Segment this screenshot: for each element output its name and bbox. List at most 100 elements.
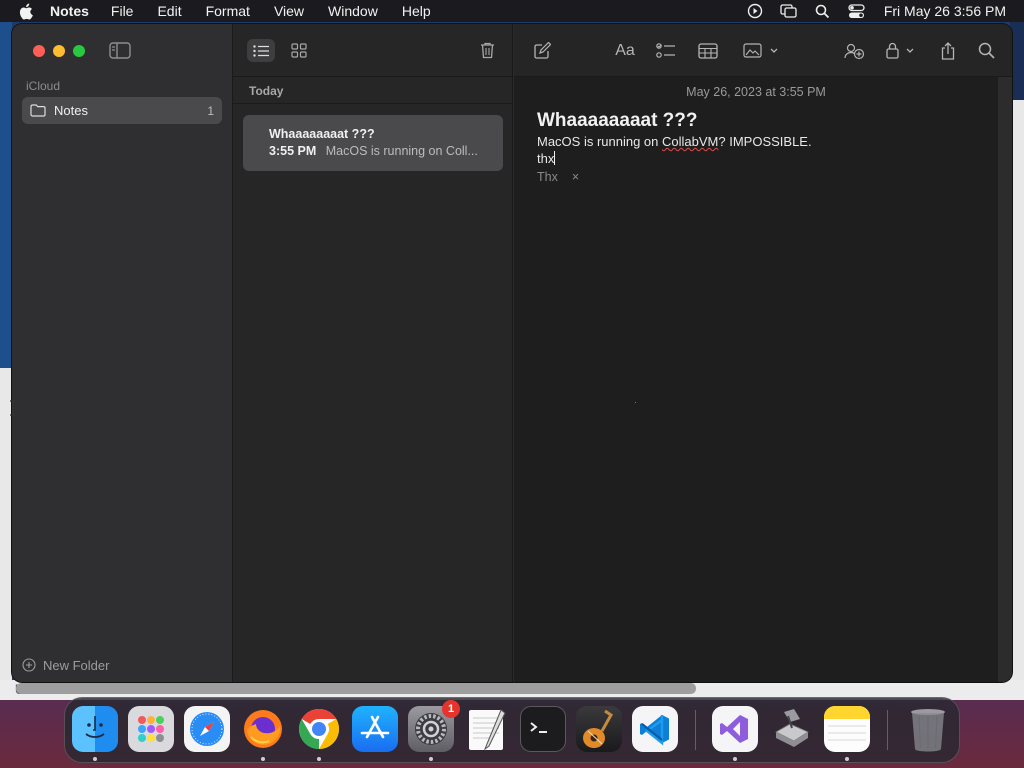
textedit-icon[interactable]: [464, 706, 510, 752]
text-caret: [554, 151, 556, 165]
note-time: 3:55 PM: [269, 144, 317, 158]
sidebar-toggle-icon[interactable]: [109, 42, 131, 59]
menu-window[interactable]: Window: [328, 3, 378, 19]
menu-app-notes[interactable]: Notes: [50, 3, 89, 19]
screen-recording-icon[interactable]: [738, 0, 772, 22]
note-list-pane: Today Whaaaaaaaat ??? 3:55 PM MacOS is r…: [233, 24, 513, 682]
table-button[interactable]: [696, 39, 720, 62]
sidebar-item-notes[interactable]: Notes 1: [22, 97, 222, 124]
folder-count: 1: [207, 103, 214, 118]
photo-icon: [743, 42, 778, 58]
new-folder-button[interactable]: New Folder: [22, 656, 109, 674]
menu-help[interactable]: Help: [402, 3, 431, 19]
running-indicator: [733, 757, 737, 761]
folders-sidebar: iCloud Notes 1 New Folder: [12, 24, 233, 682]
share-button[interactable]: [938, 39, 958, 62]
chrome-icon[interactable]: [296, 706, 342, 752]
menu-bar: Notes File Edit Format View Window Help …: [0, 0, 1024, 22]
note-editor-pane: Aa May 26, 2023 at 3:55 PM Whaaaaaaaat ?…: [514, 24, 1012, 682]
i-beam-cursor-icon: [8, 400, 18, 416]
table-icon: [698, 42, 718, 59]
firefox-icon[interactable]: [240, 706, 286, 752]
system-settings-icon[interactable]: 1: [408, 700, 460, 752]
new-folder-label: New Folder: [43, 657, 110, 673]
control-center-icon[interactable]: [840, 0, 874, 22]
plus-circle-icon: [22, 658, 36, 672]
menu-view[interactable]: View: [274, 3, 304, 19]
dock-separator: [887, 710, 888, 750]
editor-scrollbar[interactable]: [998, 77, 1012, 682]
share-icon: [941, 41, 955, 60]
running-indicator: [429, 757, 433, 761]
trash-icon: [480, 42, 494, 59]
delete-note-button[interactable]: [476, 39, 498, 62]
background-window-edge: [1010, 100, 1024, 700]
notes-icon[interactable]: [824, 706, 870, 752]
dock-separator: [695, 710, 696, 750]
tag-close-icon[interactable]: ×: [572, 170, 579, 184]
gallery-view-button[interactable]: [285, 39, 313, 62]
checklist-icon: [656, 42, 675, 58]
body-text: thx: [537, 151, 555, 166]
app-store-icon[interactable]: [352, 706, 398, 752]
screen-mirroring-icon[interactable]: [772, 0, 806, 22]
checklist-button[interactable]: [654, 39, 678, 62]
menu-edit[interactable]: Edit: [157, 3, 181, 19]
note-body[interactable]: MacOS is running on CollabVM? IMPOSSIBLE…: [537, 133, 812, 167]
background-window-edge: [0, 22, 12, 368]
tag-suggestion[interactable]: Thx ×: [537, 170, 579, 184]
menu-clock[interactable]: Fri May 26 3:56 PM: [884, 3, 1006, 19]
minimize-button[interactable]: [53, 45, 65, 57]
note-preview: MacOS is running on Coll...: [325, 144, 478, 158]
format-text-icon[interactable]: Aa: [612, 39, 638, 62]
list-view-button[interactable]: [247, 39, 275, 62]
list-icon: [253, 44, 269, 57]
maximize-button[interactable]: [73, 45, 85, 57]
garageband-icon[interactable]: [576, 706, 622, 752]
grid-icon: [291, 43, 307, 58]
editor-toolbar: Aa: [514, 24, 1012, 77]
window-controls: [33, 45, 85, 57]
note-title: Whaaaaaaaat ???: [269, 127, 375, 141]
safari-icon[interactable]: [184, 706, 230, 752]
background-window-edge: [1010, 22, 1024, 102]
launchpad-icon[interactable]: [128, 706, 174, 752]
running-indicator: [261, 757, 265, 761]
collaborate-icon: [844, 43, 865, 59]
tag-label: Thx: [537, 170, 558, 184]
note-date: May 26, 2023 at 3:55 PM: [686, 85, 826, 99]
apple-icon[interactable]: [18, 3, 36, 20]
compose-button[interactable]: [532, 39, 552, 62]
body-text: ? IMPOSSIBLE.: [718, 134, 812, 149]
vscode-icon[interactable]: [632, 706, 678, 752]
note-heading[interactable]: Whaaaaaaaat ???: [537, 110, 698, 132]
compose-icon: [533, 42, 551, 59]
note-body-line: MacOS is running on CollabVM? IMPOSSIBLE…: [537, 133, 812, 150]
running-indicator: [845, 757, 849, 761]
trash-icon[interactable]: [905, 706, 951, 752]
finder-icon[interactable]: [72, 706, 118, 752]
search-icon: [978, 42, 995, 59]
disk-utility-icon[interactable]: [768, 706, 814, 752]
stray-pixel: [635, 402, 636, 403]
collaborate-button[interactable]: [842, 39, 866, 62]
terminal-icon[interactable]: [520, 706, 566, 752]
running-indicator: [93, 757, 97, 761]
menu-file[interactable]: File: [111, 3, 134, 19]
note-list-toolbar: [233, 24, 512, 77]
menu-format[interactable]: Format: [206, 3, 250, 19]
background-scrollbar[interactable]: [16, 683, 696, 694]
folder-icon: [30, 103, 46, 118]
notes-window: iCloud Notes 1 New Folder Today Whaaaaaa…: [12, 24, 1012, 682]
visual-studio-icon[interactable]: [712, 706, 758, 752]
folder-name: Notes: [54, 103, 88, 118]
icloud-section-label: iCloud: [26, 79, 61, 93]
lock-menu-button[interactable]: [884, 39, 918, 62]
media-menu-button[interactable]: [740, 39, 782, 62]
close-button[interactable]: [33, 45, 45, 57]
body-text: MacOS is running on: [537, 134, 663, 149]
search-button[interactable]: [976, 39, 996, 62]
spotlight-search-icon[interactable]: [806, 0, 840, 22]
date-group-header: Today: [233, 78, 512, 104]
note-list-item[interactable]: Whaaaaaaaat ??? 3:55 PM MacOS is running…: [243, 115, 503, 171]
